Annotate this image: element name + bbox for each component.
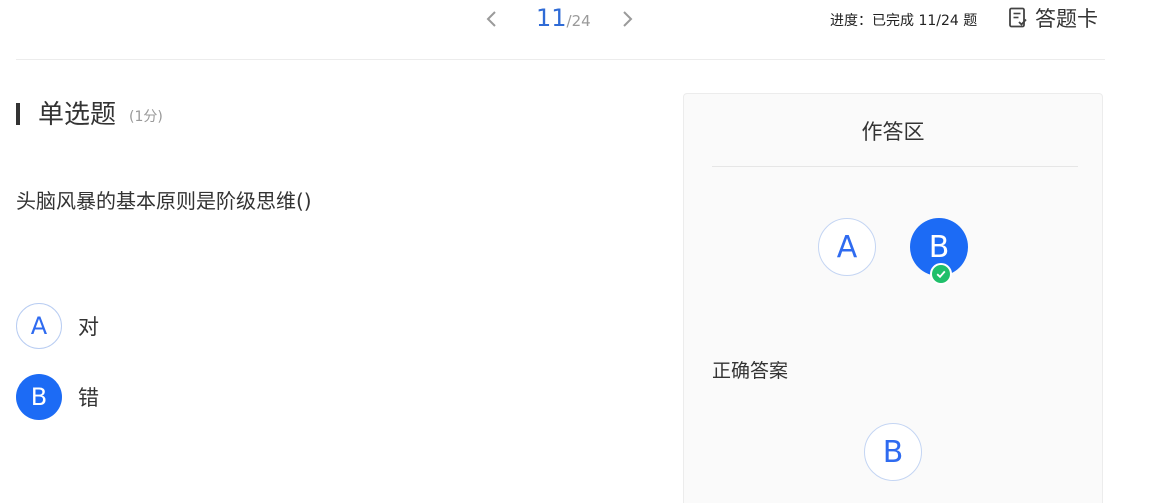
chevron-left-icon [486,11,496,27]
question-score: (1分) [129,109,163,125]
answer-choice-a[interactable]: A [818,218,876,276]
option-a-text: 对 [78,315,99,339]
answer-panel-title: 作答区 [861,120,925,144]
checkmark-icon [936,270,946,279]
next-question-button[interactable] [615,6,639,32]
answer-card-label: 答题卡 [1035,7,1098,31]
progress-status: 进度：已完成 11/24 题 [830,13,978,29]
answer-panel: 作答区 A B 正确答案 B [683,93,1103,503]
check-circle-icon [930,263,952,285]
header-divider [16,59,1105,60]
option-b-text: 错 [78,386,99,410]
answer-card-button[interactable]: 答题卡 [1008,3,1098,33]
panel-divider [712,166,1078,167]
prev-question-button[interactable] [480,6,504,32]
question-counter: 11 /24 [536,4,591,34]
exam-page: 11 /24 进度：已完成 11/24 题 答题卡 单选题 (1分) 头脑风暴的… [0,0,1157,503]
option-b[interactable]: B 错 [16,374,99,420]
current-question-number: 11 [536,4,567,32]
chevron-right-icon [623,11,633,27]
question-type-title: 单选题 [38,100,117,130]
title-accent-bar [16,103,20,125]
option-b-bubble[interactable]: B [16,374,62,420]
correct-answer-choice: B [864,423,922,481]
answer-sheet-icon [1009,7,1027,28]
correct-answer-label: 正确答案 [712,360,789,382]
total-questions: /24 [566,12,591,30]
option-a-bubble[interactable]: A [16,303,62,349]
question-text: 头脑风暴的基本原则是阶级思维() [16,189,312,213]
option-a[interactable]: A 对 [16,303,99,349]
